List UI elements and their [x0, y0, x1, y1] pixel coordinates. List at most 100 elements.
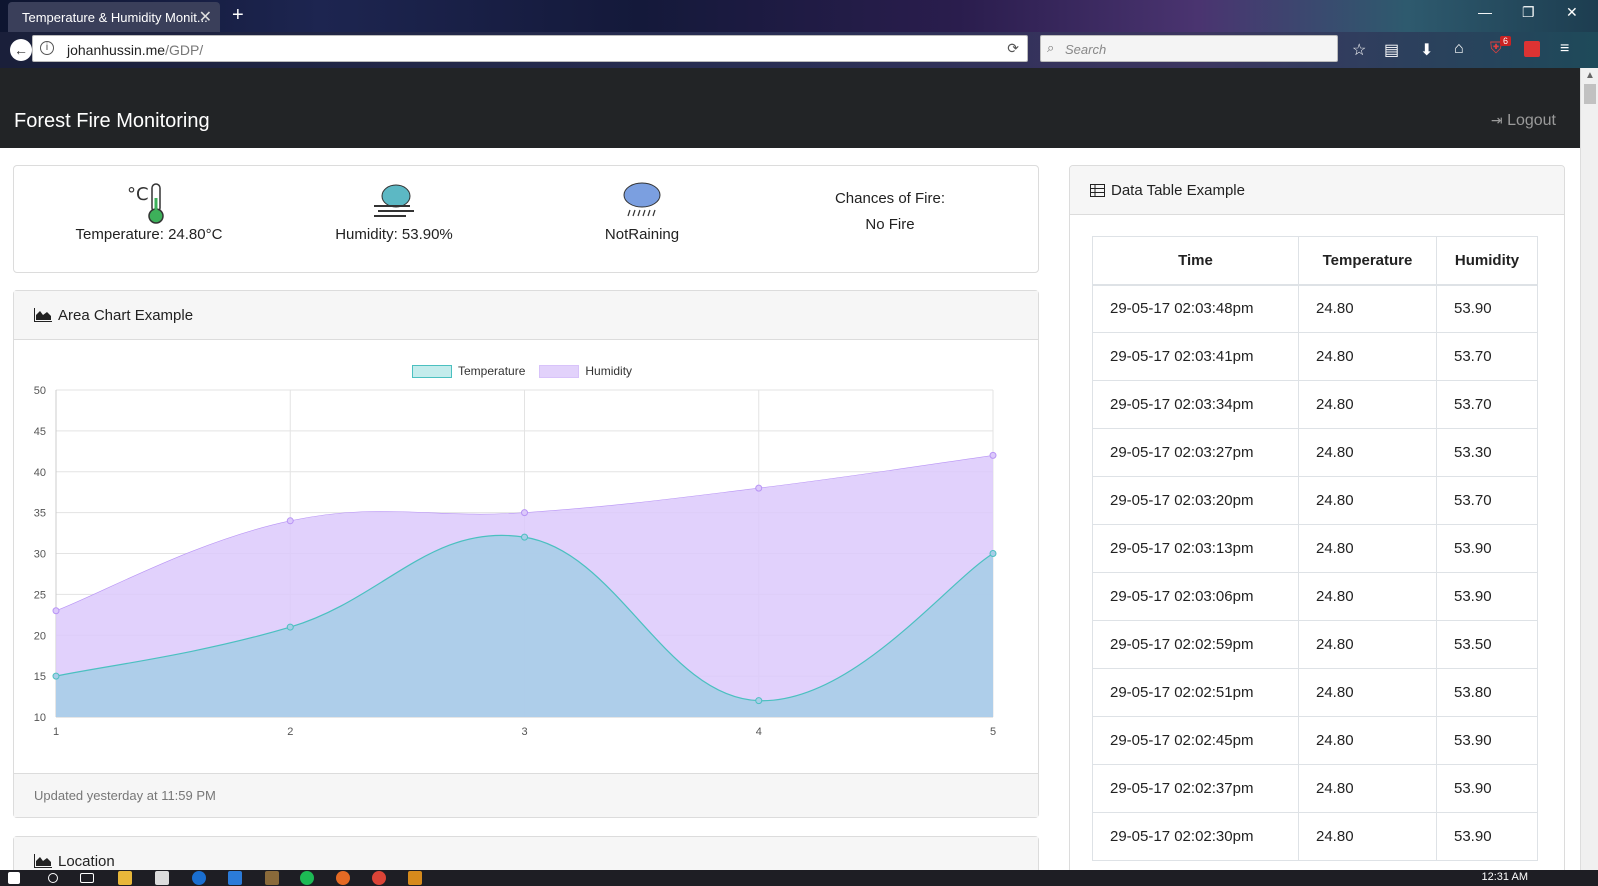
temperature-value: Temperature: 24.80°C [75, 226, 223, 243]
brand-title[interactable]: Forest Fire Monitoring [14, 110, 210, 133]
chrome-icon[interactable] [372, 871, 386, 885]
fog-cloud-icon [374, 184, 414, 217]
table-row: 29-05-17 02:02:45pm 24.80 53.90 [1092, 716, 1538, 765]
rain-cloud-icon [623, 182, 661, 217]
col-humidity[interactable]: Humidity [1436, 236, 1538, 286]
fire-chance-stat: Chances of Fire: No Fire [810, 186, 970, 238]
windows-start-icon[interactable] [8, 872, 20, 884]
firefox-icon[interactable] [336, 871, 350, 885]
cell-time: 29-05-17 02:02:59pm [1092, 620, 1299, 669]
updated-text: Updated yesterday at 11:59 PM [34, 788, 216, 803]
tab-title: Temperature & Humidity Monit... [22, 10, 208, 25]
task-view-icon[interactable] [80, 873, 94, 883]
reading-list-icon[interactable]: ▤ [1384, 40, 1399, 60]
table-icon [1090, 183, 1105, 197]
info-icon[interactable]: i [40, 41, 54, 55]
cell-humidity: 53.30 [1436, 428, 1538, 477]
stats-card: °C Temperature: 24.80°C Humidity: 53.90%… [13, 165, 1039, 273]
y-tick-label: 45 [34, 426, 46, 438]
area-chart-icon [34, 308, 52, 322]
data-table-title: Data Table Example [1111, 181, 1245, 199]
paint-icon[interactable] [408, 871, 422, 885]
table-row: 29-05-17 02:03:27pm 24.80 53.30 [1092, 428, 1538, 477]
minimize-icon[interactable]: — [1478, 4, 1492, 20]
new-tab-icon[interactable]: + [232, 4, 244, 27]
cell-temperature: 24.80 [1298, 380, 1437, 429]
extension-icon[interactable] [1524, 41, 1540, 57]
humidity-stat: Humidity: 53.90% [314, 180, 474, 243]
cell-time: 29-05-17 02:03:34pm [1092, 380, 1299, 429]
point-temperature [52, 672, 60, 680]
download-icon[interactable]: ⬇ [1420, 40, 1433, 60]
browser-tab[interactable]: Temperature & Humidity Monit... ✕ [8, 2, 220, 32]
point-temperature [286, 623, 294, 631]
cell-temperature: 24.80 [1298, 476, 1437, 525]
point-temperature [989, 550, 997, 557]
area-chart-footer: Updated yesterday at 11:59 PM [14, 773, 1038, 817]
table-row: 29-05-17 02:02:37pm 24.80 53.90 [1092, 764, 1538, 813]
cell-time: 29-05-17 02:02:45pm [1092, 716, 1299, 765]
table-body: 29-05-17 02:03:48pm 24.80 53.90 29-05-17 02… [1092, 284, 1538, 861]
close-window-icon[interactable]: ✕ [1566, 4, 1578, 21]
scroll-up-icon[interactable]: ▲ [1585, 70, 1595, 81]
os-taskbar: 12:31 AM [0, 870, 1598, 886]
table-row: 29-05-17 02:03:20pm 24.80 53.70 [1092, 476, 1538, 525]
search-bar[interactable]: ⌕ Search [1040, 35, 1338, 62]
x-tick-label: 4 [756, 726, 762, 738]
cell-humidity: 53.90 [1436, 764, 1538, 813]
cell-humidity: 53.90 [1436, 572, 1538, 621]
url-text: johanhussin.me/GDP/ [67, 42, 204, 58]
cell-humidity: 53.90 [1436, 716, 1538, 765]
cell-time: 29-05-17 02:03:27pm [1092, 428, 1299, 477]
cell-time: 29-05-17 02:02:51pm [1092, 668, 1299, 717]
search-placeholder: Search [1065, 42, 1107, 57]
location-title: Location [58, 852, 115, 870]
logout-label: Logout [1507, 112, 1556, 129]
cell-temperature: 24.80 [1298, 524, 1437, 573]
spotify-icon[interactable] [300, 871, 314, 885]
sign-out-icon: ⇥ [1490, 112, 1503, 128]
fire-chance-value: No Fire [865, 216, 915, 233]
cell-temperature: 24.80 [1298, 812, 1437, 861]
restore-icon[interactable]: ❐ [1522, 4, 1535, 21]
point-humidity [989, 451, 997, 459]
browser-tabbar: Temperature & Humidity Monit... ✕ + — ❐ … [0, 0, 1598, 32]
bookmark-star-icon[interactable]: ☆ [1352, 40, 1366, 60]
page-scrollbar[interactable]: ▲ [1580, 68, 1598, 870]
col-time[interactable]: Time [1092, 236, 1299, 286]
cell-time: 29-05-17 02:03:20pm [1092, 476, 1299, 525]
logout-link[interactable]: ⇥ Logout [1491, 112, 1556, 130]
scroll-thumb[interactable] [1584, 84, 1596, 104]
back-icon[interactable]: ← [10, 39, 32, 61]
vscode-icon[interactable] [228, 871, 242, 885]
cell-time: 29-05-17 02:03:06pm [1092, 572, 1299, 621]
x-tick-label: 3 [521, 726, 527, 738]
table-row: 29-05-17 02:02:51pm 24.80 53.80 [1092, 668, 1538, 717]
cell-temperature: 24.80 [1298, 572, 1437, 621]
cell-time: 29-05-17 02:03:13pm [1092, 524, 1299, 573]
edge-icon[interactable] [192, 871, 206, 885]
fire-chance-label: Chances of Fire: [834, 190, 946, 207]
reload-icon[interactable]: ⟳ [1007, 40, 1019, 57]
point-temperature [755, 697, 763, 705]
store-icon[interactable] [155, 871, 169, 885]
app-icon[interactable] [265, 871, 279, 885]
cortana-search-icon[interactable] [48, 873, 58, 883]
rain-stat: NotRaining [562, 180, 722, 243]
humidity-value: Humidity: 53.90% [335, 226, 453, 243]
address-bar[interactable]: i johanhussin.me/GDP/ ⟳ [32, 35, 1028, 62]
area-chart-icon [34, 854, 52, 868]
y-tick-label: 30 [34, 549, 46, 561]
col-temperature[interactable]: Temperature [1298, 236, 1437, 286]
home-icon[interactable]: ⌂ [1454, 40, 1464, 58]
menu-icon[interactable]: ≡ [1560, 40, 1569, 58]
cell-temperature: 24.80 [1298, 332, 1437, 381]
file-explorer-icon[interactable] [118, 871, 132, 885]
cell-humidity: 53.90 [1436, 812, 1538, 861]
close-tab-icon[interactable]: ✕ [199, 7, 212, 27]
y-tick-label: 40 [34, 467, 46, 479]
rain-status: NotRaining [604, 226, 680, 243]
table-header-row: Time Temperature Humidity [1092, 236, 1538, 286]
cell-humidity: 53.80 [1436, 668, 1538, 717]
y-tick-label: 35 [34, 508, 46, 520]
